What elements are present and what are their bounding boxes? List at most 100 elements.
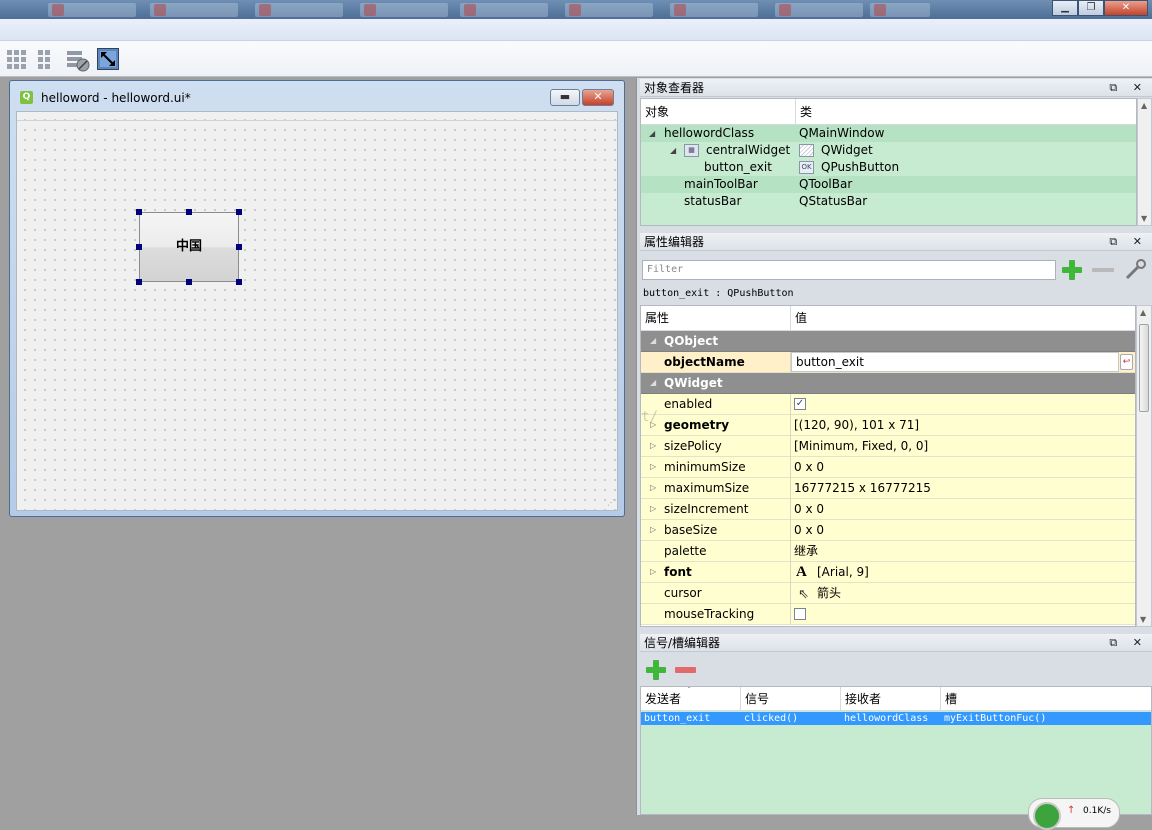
selection-handle[interactable] xyxy=(136,209,142,215)
remove-connection-icon[interactable] xyxy=(675,667,696,673)
property-row[interactable]: ▷ sizeIncrement 0 x 0 xyxy=(641,499,1135,520)
property-group-row[interactable]: ◢ QWidget xyxy=(641,373,1135,394)
expand-arrow-icon[interactable]: ▷ xyxy=(650,562,656,582)
property-name: maximumSize xyxy=(664,481,750,495)
connection-row[interactable]: button_exit clicked() hellowordClass myE… xyxy=(641,712,1151,725)
dock-controls-icon[interactable]: ⧉ ✕ xyxy=(1109,634,1148,652)
taskbar-item[interactable] xyxy=(870,3,930,17)
taskbar-item[interactable] xyxy=(565,3,653,17)
taskbar-item[interactable] xyxy=(670,3,758,17)
upload-arrow-icon: ↑ xyxy=(1067,805,1076,816)
object-inspector-tree[interactable]: 对象 类 ◢ hellowordClass QMainWindow ◢ ▦ ce… xyxy=(640,98,1137,226)
expand-arrow-icon[interactable]: ▷ xyxy=(650,436,656,456)
collapse-arrow-icon[interactable]: ◢ xyxy=(650,331,656,351)
expand-arrow-icon[interactable]: ▷ xyxy=(650,478,656,498)
minimize-icon[interactable]: ▁ xyxy=(1052,0,1078,16)
property-row[interactable]: ▷ minimumSize 0 x 0 xyxy=(641,457,1135,478)
selection-handle[interactable] xyxy=(236,209,242,215)
remove-property-icon[interactable] xyxy=(1092,268,1114,272)
col-header-property[interactable]: 属性 xyxy=(641,306,791,331)
dock-controls-icon[interactable]: ⧉ ✕ xyxy=(1109,233,1148,251)
network-monitor-widget[interactable]: ↑ 0.1K/s xyxy=(1028,798,1120,830)
selection-handle[interactable] xyxy=(236,244,242,250)
expand-arrow-icon[interactable]: ◢ xyxy=(670,142,676,159)
property-table[interactable]: 属性 值 ◢ QObject objectName button_exit ↩ … xyxy=(640,305,1136,627)
property-value: [Arial, 9] xyxy=(817,565,869,579)
property-row[interactable]: ▷ font A [Arial, 9] xyxy=(641,562,1135,583)
collapse-arrow-icon[interactable]: ◢ xyxy=(650,373,656,393)
taskbar-item[interactable] xyxy=(460,3,548,17)
property-value: 16777215 x 16777215 xyxy=(794,481,931,495)
add-property-icon[interactable] xyxy=(1062,260,1082,280)
selection-handle[interactable] xyxy=(186,209,192,215)
form-minimize-button[interactable]: ▬ xyxy=(550,89,580,106)
property-value: 0 x 0 xyxy=(794,502,824,516)
selection-handle[interactable] xyxy=(136,244,142,250)
property-row[interactable]: ▷ baseSize 0 x 0 xyxy=(641,520,1135,541)
form-layout-icon[interactable] xyxy=(36,48,58,70)
scroll-down-icon[interactable]: ▼ xyxy=(1140,615,1146,624)
property-row[interactable]: cursor ⇖ 箭头 xyxy=(641,583,1135,604)
object-inspector-scrollbar[interactable]: ▲ ▼ xyxy=(1137,98,1152,226)
col-header-signal[interactable]: 信号 xyxy=(741,687,841,711)
add-connection-icon[interactable] xyxy=(646,660,666,680)
form-title-bar[interactable]: Q helloword - helloword.ui* ▬ ✕ xyxy=(10,81,624,111)
scroll-up-icon[interactable]: ▲ xyxy=(1140,308,1146,317)
tree-row[interactable]: button_exit OK QPushButton xyxy=(641,159,1136,176)
property-value: 0 x 0 xyxy=(794,523,824,537)
scrollbar-thumb[interactable] xyxy=(1139,324,1149,412)
restore-icon[interactable]: ❐ xyxy=(1078,0,1104,16)
close-icon[interactable]: ✕ xyxy=(1104,0,1148,16)
col-header-class[interactable]: 类 xyxy=(796,99,1136,125)
mousetracking-checkbox[interactable] xyxy=(794,608,806,620)
taskbar-item[interactable] xyxy=(360,3,448,17)
expand-arrow-icon[interactable]: ▷ xyxy=(650,520,656,540)
property-table-scrollbar[interactable]: ▲ ▼ xyxy=(1136,305,1152,627)
form-close-button[interactable]: ✕ xyxy=(582,89,614,106)
col-header-slot[interactable]: 槽 xyxy=(941,687,1151,711)
qt-logo-icon: Q xyxy=(20,91,33,104)
selection-handle[interactable] xyxy=(186,279,192,285)
property-group-row[interactable]: ◢ QObject xyxy=(641,331,1135,352)
scroll-down-icon[interactable]: ▼ xyxy=(1141,214,1147,223)
selection-handle[interactable] xyxy=(236,279,242,285)
filter-input[interactable]: Filter xyxy=(642,260,1056,280)
col-header-receiver[interactable]: 接收者 xyxy=(841,687,941,711)
tree-row[interactable]: ◢ hellowordClass QMainWindow xyxy=(641,125,1136,142)
push-button-preview[interactable]: 中国 xyxy=(139,212,239,282)
col-header-object[interactable]: 对象 xyxy=(641,99,796,125)
taskbar-item[interactable] xyxy=(48,3,136,17)
adjust-size-icon[interactable] xyxy=(97,48,119,70)
property-name: sizePolicy xyxy=(664,439,722,453)
object-inspector-title: 对象查看器 xyxy=(644,81,705,95)
col-header-value[interactable]: 值 xyxy=(791,306,1135,331)
wrench-icon[interactable] xyxy=(1123,258,1147,282)
expand-arrow-icon[interactable]: ▷ xyxy=(650,499,656,519)
taskbar-item[interactable] xyxy=(255,3,343,17)
dock-controls-icon[interactable]: ⧉ ✕ xyxy=(1109,79,1148,97)
property-row[interactable]: palette 继承 xyxy=(641,541,1135,562)
expand-arrow-icon[interactable]: ◢ xyxy=(649,125,655,142)
grid-layout-icon[interactable] xyxy=(5,48,27,70)
reset-icon[interactable]: ↩ xyxy=(1120,354,1133,370)
resize-grip-icon[interactable]: ⋰ xyxy=(605,498,615,508)
property-name: objectName xyxy=(664,355,745,369)
property-row[interactable]: ▷ maximumSize 16777215 x 16777215 xyxy=(641,478,1135,499)
break-layout-icon[interactable] xyxy=(66,48,90,72)
property-row[interactable]: ▷ sizePolicy [Minimum, Fixed, 0, 0] xyxy=(641,436,1135,457)
col-header-sender[interactable]: 发送者 xyxy=(641,687,741,711)
watermark-text: http://blog.csdn.net/ xyxy=(641,409,659,425)
scroll-up-icon[interactable]: ▲ xyxy=(1141,101,1147,110)
property-row[interactable]: objectName button_exit ↩ xyxy=(641,352,1135,373)
tree-row[interactable]: ◢ ▦ centralWidget QWidget xyxy=(641,142,1136,159)
taskbar-item[interactable] xyxy=(150,3,238,17)
taskbar-item[interactable] xyxy=(775,3,863,17)
expand-arrow-icon[interactable]: ▷ xyxy=(650,457,656,477)
tree-row[interactable]: mainToolBar QToolBar xyxy=(641,176,1136,193)
selection-handle[interactable] xyxy=(136,279,142,285)
tree-row[interactable]: statusBar QStatusBar xyxy=(641,193,1136,210)
signal-slot-table[interactable]: 发送者 ˆ 信号 接收者 槽 button_exit clicked() hel… xyxy=(640,686,1152,815)
property-row[interactable]: mouseTracking xyxy=(641,604,1135,625)
form-canvas[interactable]: 中国 ⋰ xyxy=(16,111,618,511)
object-name: statusBar xyxy=(684,194,742,208)
